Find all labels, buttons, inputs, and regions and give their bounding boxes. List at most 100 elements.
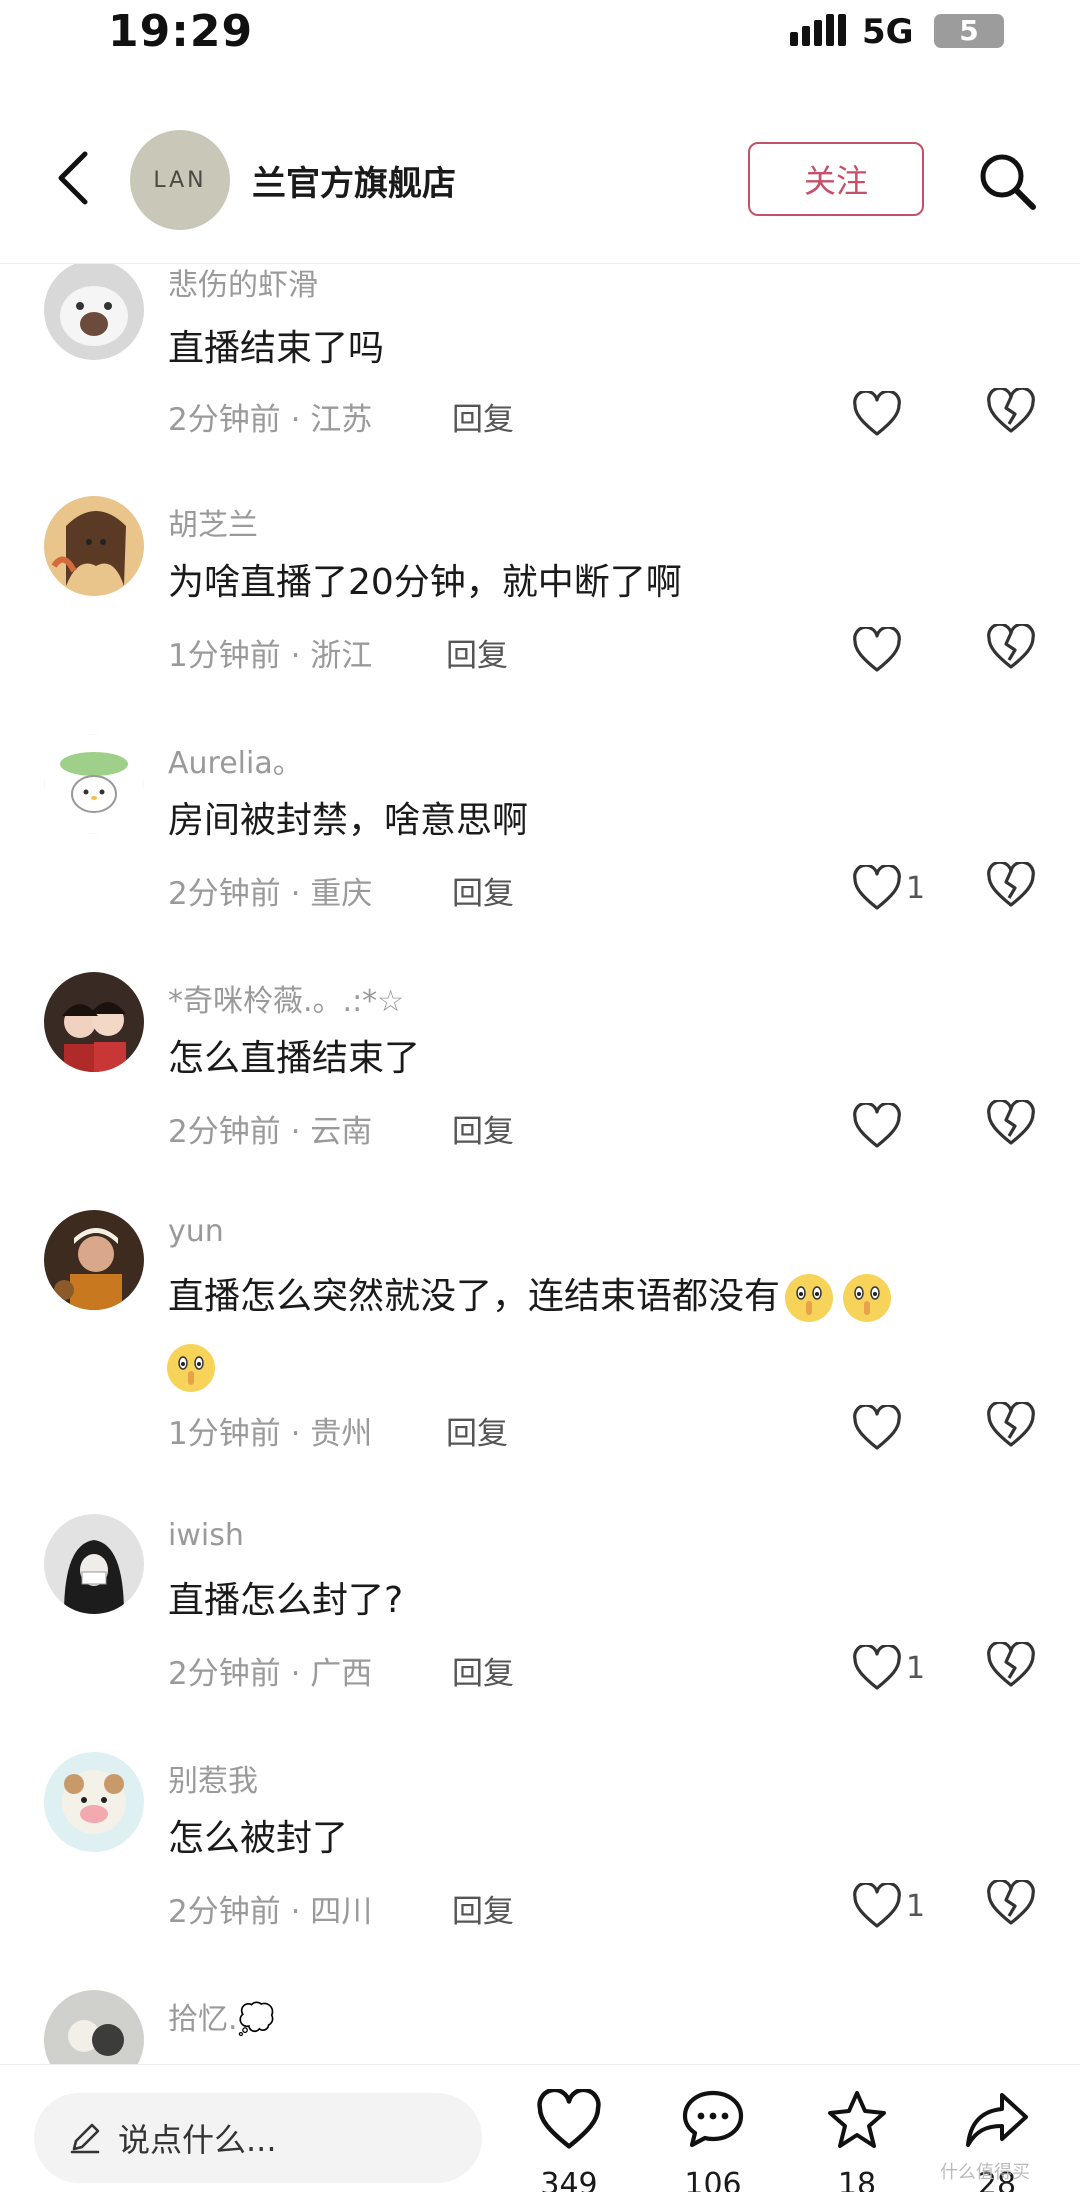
comment-item: yun 直播怎么突然就没了，连结束语都没有 1分钟前 · 贵州 回复 — [0, 1210, 1080, 1514]
dislike-button[interactable] — [986, 386, 1038, 440]
dislike-button[interactable] — [986, 1878, 1038, 1932]
reply-button[interactable]: 回复 — [452, 1106, 514, 1151]
comment-text: 怎么被封了 — [168, 1818, 349, 1859]
user-avatar[interactable] — [44, 734, 144, 834]
comment-item: 悲伤的虾滑 直播结束了吗 2分钟前 · 江苏 回复 — [0, 264, 1080, 496]
broken-heart-icon — [987, 1098, 1035, 1145]
comment-text: 怎么直播结束了 — [168, 1038, 421, 1079]
user-avatar[interactable] — [44, 1752, 144, 1852]
dislike-button[interactable] — [986, 1640, 1038, 1694]
comment-username[interactable]: iwish — [168, 1518, 244, 1553]
comment-item: 别惹我 怎么被封了 2分钟前 · 四川 回复 1 — [0, 1752, 1080, 1990]
user-avatar[interactable] — [44, 1210, 144, 1310]
comment-item: *奇咪柃薇.。.:*☆ 怎么直播结束了 2分钟前 · 云南 回复 — [0, 972, 1080, 1210]
chevron-left-icon — [58, 151, 88, 205]
user-avatar[interactable] — [44, 1514, 144, 1614]
like-button[interactable] — [852, 1402, 962, 1454]
like-action-button[interactable]: 349 — [514, 2089, 624, 2192]
network-label: 5G — [862, 12, 914, 52]
comment-username[interactable]: 悲伤的虾滑 — [168, 264, 318, 304]
back-button[interactable] — [42, 144, 102, 212]
star-icon — [828, 2091, 886, 2148]
comment-item: 拾忆.💭 — [0, 1990, 1080, 2064]
share-arrow-icon — [966, 2093, 1028, 2147]
signal-icon — [790, 14, 846, 46]
like-button[interactable] — [852, 388, 962, 440]
status-bar: 19:29 5G 5 — [0, 0, 1080, 66]
follow-button[interactable]: 关注 — [748, 142, 924, 216]
reply-button[interactable]: 回复 — [452, 868, 514, 913]
status-time: 19:29 — [108, 6, 254, 57]
broken-heart-icon — [987, 622, 1035, 669]
comment-meta: 2分钟前 · 四川 — [168, 1894, 373, 1930]
heart-icon — [853, 865, 901, 910]
dislike-button[interactable] — [986, 1400, 1038, 1454]
comment-item: Aurelia。 房间被封禁，啥意思啊 2分钟前 · 重庆 回复 1 — [0, 734, 1080, 972]
comment-text-body: 直播怎么突然就没了，连结束语都没有 — [168, 1276, 781, 1317]
comment-username[interactable]: *奇咪柃薇.。.:*☆ — [168, 976, 404, 1020]
broken-heart-icon — [987, 1640, 1035, 1687]
comment-username[interactable]: 胡芝兰 — [168, 500, 258, 544]
comment-username[interactable]: 拾忆.💭 — [168, 1994, 275, 2038]
heart-icon — [853, 1883, 901, 1928]
comment-username[interactable]: yun — [168, 1214, 224, 1249]
comments-count: 106 — [684, 2167, 742, 2192]
reply-button[interactable]: 回复 — [452, 1648, 514, 1693]
like-button[interactable]: 1 — [852, 862, 962, 914]
like-button[interactable] — [852, 1100, 962, 1152]
heart-icon — [853, 627, 901, 672]
store-name[interactable]: 兰官方旗舰店 — [252, 156, 456, 205]
heart-icon — [853, 391, 901, 436]
reply-button[interactable]: 回复 — [452, 1886, 514, 1931]
comment-meta: 2分钟前 · 云南 — [168, 1114, 373, 1150]
shushing-emoji-icon — [843, 1274, 892, 1322]
pencil-icon — [70, 2123, 100, 2154]
comment-meta: 2分钟前 · 重庆 — [168, 876, 373, 912]
like-button[interactable] — [852, 624, 962, 676]
comment-username[interactable]: 别惹我 — [168, 1756, 258, 1800]
comment-text: 为啥直播了20分钟，就中断了啊 — [168, 562, 682, 603]
chat-bubble-icon — [682, 2090, 744, 2148]
comment-item: iwish 直播怎么封了? 2分钟前 · 广西 回复 1 — [0, 1514, 1080, 1752]
comment-meta: 2分钟前 · 江苏 — [168, 402, 373, 438]
comment-text: 直播怎么突然就没了，连结束语都没有 — [167, 1262, 1008, 1402]
broken-heart-icon — [987, 386, 1035, 433]
bottom-action-bar: 说点什么... 349 106 18 28 — [0, 2064, 1080, 2192]
comment-action-button[interactable]: 106 — [658, 2089, 768, 2192]
like-count: 1 — [906, 1888, 926, 1924]
search-icon — [980, 154, 1036, 210]
comment-text: 房间被封禁，啥意思啊 — [168, 800, 529, 841]
heart-icon — [853, 1645, 901, 1690]
battery-icon: 5 — [934, 14, 1004, 48]
user-avatar[interactable] — [44, 1990, 144, 2064]
comment-input-placeholder: 说点什么... — [118, 2121, 277, 2159]
reply-button[interactable]: 回复 — [452, 394, 514, 439]
user-avatar[interactable] — [44, 264, 144, 360]
comment-item: 胡芝兰 为啥直播了20分钟，就中断了啊 1分钟前 · 浙江 回复 — [0, 496, 1080, 734]
like-count: 1 — [906, 870, 926, 906]
dislike-button[interactable] — [986, 1098, 1038, 1152]
comment-input[interactable]: 说点什么... — [34, 2093, 482, 2183]
dislike-button[interactable] — [986, 860, 1038, 914]
watermark: 什么值得买 — [940, 2162, 1030, 2183]
dislike-button[interactable] — [986, 622, 1038, 676]
comment-text: 直播怎么封了? — [168, 1580, 404, 1621]
like-button[interactable]: 1 — [852, 1642, 962, 1694]
reply-button[interactable]: 回复 — [446, 630, 508, 675]
store-avatar[interactable]: LAN — [130, 130, 230, 230]
comment-text: 直播结束了吗 — [168, 328, 385, 369]
favorites-count: 18 — [837, 2167, 877, 2192]
user-avatar[interactable] — [44, 496, 144, 596]
comment-username[interactable]: Aurelia。 — [168, 738, 303, 782]
like-button[interactable]: 1 — [852, 1880, 962, 1932]
comment-list[interactable]: 悲伤的虾滑 直播结束了吗 2分钟前 · 江苏 回复 胡芝兰 为啥直播了20分钟，… — [0, 264, 1080, 2064]
user-avatar[interactable] — [44, 972, 144, 1072]
heart-icon — [853, 1103, 901, 1148]
favorite-action-button[interactable]: 18 — [802, 2089, 912, 2192]
shushing-emoji-icon — [785, 1274, 834, 1322]
broken-heart-icon — [987, 1400, 1035, 1447]
likes-count: 349 — [540, 2167, 598, 2192]
heart-icon — [537, 2089, 601, 2149]
reply-button[interactable]: 回复 — [446, 1408, 508, 1453]
search-button[interactable] — [972, 146, 1042, 216]
